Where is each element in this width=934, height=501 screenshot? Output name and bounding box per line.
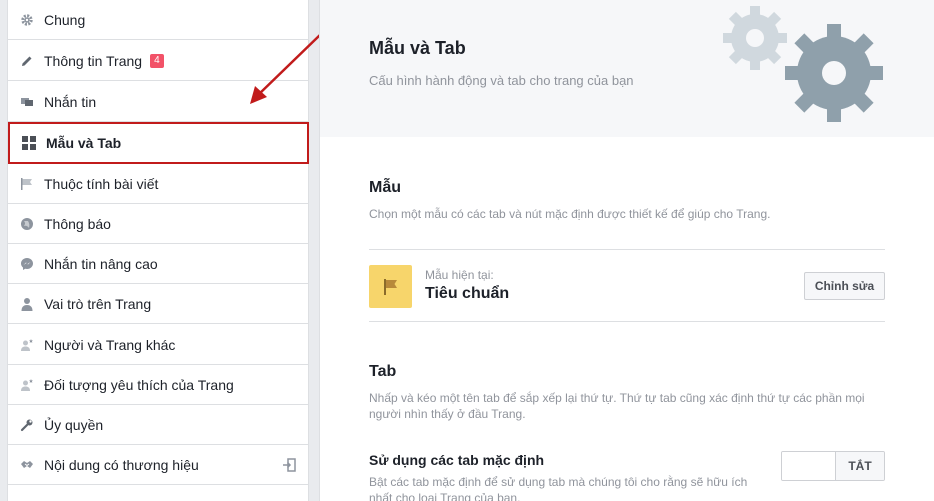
page-header: Mẫu và Tab Cấu hình hành động và tab cho…: [320, 0, 934, 137]
sidebar-item-preferred-audience[interactable]: Đối tượng yêu thích của Trang: [8, 365, 308, 405]
sidebar-item-label: Nhắn tin nâng cao: [44, 255, 158, 272]
chat-bubbles-icon: [20, 95, 34, 109]
template-section-title: Mẫu: [369, 179, 401, 196]
person-star-icon: [20, 378, 34, 392]
sidebar-item-post-attribution[interactable]: Thuộc tính bài viết: [8, 164, 308, 204]
sidebar-item-page-roles[interactable]: Vai trò trên Trang: [8, 284, 308, 324]
gear-large-icon: [785, 24, 883, 122]
sidebar-item-next[interactable]: [8, 485, 308, 501]
current-template-name: Tiêu chuẩn: [425, 285, 510, 302]
divider: [369, 249, 885, 250]
divider: [369, 321, 885, 322]
sidebar-item-label: Thông báo: [44, 215, 111, 232]
sidebar-item-label: Thuộc tính bài viết: [44, 175, 159, 192]
annotation-arrow: [250, 33, 322, 104]
sidebar-item-label: Đối tượng yêu thích của Trang: [44, 376, 234, 393]
default-tabs-description: Bật các tab mặc định để sử dụng tab mà c…: [369, 475, 748, 501]
toggle-track[interactable]: [782, 452, 835, 480]
sidebar-item-label: Chung: [44, 11, 86, 28]
globe-icon: [20, 217, 34, 231]
sidebar-item-people-other-pages[interactable]: Người và Trang khác: [8, 325, 308, 365]
current-template-caption: Mẫu hiện tại:: [425, 268, 494, 282]
sidebar-item-label: Ủy quyền: [44, 416, 104, 433]
sidebar-item-templates-tabs[interactable]: Mẫu và Tab: [8, 122, 309, 164]
person-star-icon: [20, 338, 34, 352]
grid-icon: [22, 136, 36, 150]
sidebar-item-advanced-messaging[interactable]: Nhắn tin nâng cao: [8, 244, 308, 284]
sidebar-item-label: Nội dung có thương hiệu: [44, 456, 199, 473]
main-content: Mẫu và Tab Cấu hình hành động và tab cho…: [319, 0, 934, 501]
template-flag-icon: [369, 265, 412, 308]
sidebar-item-label: Thông tin Trang: [44, 52, 143, 69]
handshake-icon: [20, 458, 34, 472]
person-icon: [20, 297, 34, 311]
tab-section-description: Nhấp và kéo một tên tab để sắp xếp lại t…: [369, 391, 865, 421]
sidebar-item-label: Người và Trang khác: [44, 336, 176, 353]
page-subtitle: Cấu hình hành động và tab cho trang của …: [369, 73, 634, 88]
toggle-off-label[interactable]: TẮT: [835, 452, 884, 480]
notification-badge: 4: [150, 53, 164, 68]
sign-in-icon: [282, 458, 296, 472]
sidebar-item-notifications[interactable]: Thông báo: [8, 204, 308, 244]
default-tabs-toggle[interactable]: TẮT: [781, 451, 885, 481]
edit-template-button[interactable]: Chỉnh sửa: [804, 272, 885, 300]
sidebar-item-authorizations[interactable]: Ủy quyền: [8, 405, 308, 445]
wrench-icon: [20, 418, 34, 432]
gear-icon: [20, 13, 34, 27]
sidebar-item-branded-content[interactable]: Nội dung có thương hiệu: [8, 445, 308, 485]
sidebar-item-label: Vai trò trên Trang: [44, 295, 152, 312]
messenger-icon: [20, 257, 34, 271]
pencil-icon: [20, 54, 34, 68]
tab-section-title: Tab: [369, 363, 397, 380]
flag-icon: [20, 177, 34, 191]
default-tabs-title: Sử dụng các tab mặc định: [369, 452, 545, 468]
sidebar-item-label: Nhắn tin: [44, 93, 97, 110]
page-title: Mẫu và Tab: [369, 38, 466, 58]
template-section-description: Chọn một mẫu có các tab và nút mặc định …: [369, 207, 771, 221]
sidebar-item-label: Mẫu và Tab: [46, 135, 122, 151]
